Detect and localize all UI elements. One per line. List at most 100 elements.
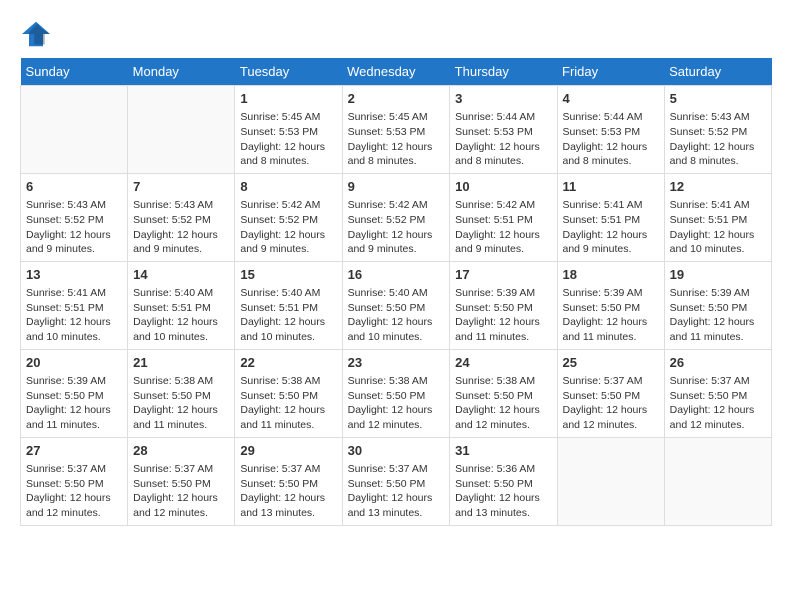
calendar-cell: 23 Sunrise: 5:38 AM Sunset: 5:50 PM Dayli… bbox=[342, 349, 450, 437]
day-info: Sunrise: 5:40 AM Sunset: 5:51 PM Dayligh… bbox=[133, 286, 229, 345]
day-number: 4 bbox=[563, 90, 659, 108]
day-info: Sunrise: 5:43 AM Sunset: 5:52 PM Dayligh… bbox=[26, 198, 122, 257]
day-number: 5 bbox=[670, 90, 766, 108]
day-info: Sunrise: 5:37 AM Sunset: 5:50 PM Dayligh… bbox=[348, 462, 445, 521]
day-number: 29 bbox=[240, 442, 336, 460]
calendar-cell: 26 Sunrise: 5:37 AM Sunset: 5:50 PM Dayli… bbox=[664, 349, 771, 437]
day-info: Sunrise: 5:44 AM Sunset: 5:53 PM Dayligh… bbox=[455, 110, 551, 169]
day-number: 3 bbox=[455, 90, 551, 108]
calendar-cell: 11 Sunrise: 5:41 AM Sunset: 5:51 PM Dayli… bbox=[557, 173, 664, 261]
calendar-week-4: 20Sunrise: 5:39 AM Sunset: 5:50 PM Dayli… bbox=[21, 349, 772, 437]
calendar-header-row: SundayMondayTuesdayWednesdayThursdayFrid… bbox=[21, 58, 772, 86]
calendar-cell bbox=[21, 86, 128, 174]
calendar-cell: 4 Sunrise: 5:44 AM Sunset: 5:53 PM Daylig… bbox=[557, 86, 664, 174]
calendar-cell: 16 Sunrise: 5:40 AM Sunset: 5:50 PM Dayli… bbox=[342, 261, 450, 349]
day-info: Sunrise: 5:37 AM Sunset: 5:50 PM Dayligh… bbox=[240, 462, 336, 521]
calendar-cell: 21Sunrise: 5:38 AM Sunset: 5:50 PM Dayli… bbox=[128, 349, 235, 437]
day-number: 25 bbox=[563, 354, 659, 372]
calendar-cell: 27 Sunrise: 5:37 AM Sunset: 5:50 PM Dayli… bbox=[21, 437, 128, 525]
day-info: Sunrise: 5:38 AM Sunset: 5:50 PM Dayligh… bbox=[455, 374, 551, 433]
calendar-cell: 3 Sunrise: 5:44 AM Sunset: 5:53 PM Daylig… bbox=[450, 86, 557, 174]
page-header bbox=[20, 20, 772, 48]
day-info: Sunrise: 5:45 AM Sunset: 5:53 PM Dayligh… bbox=[348, 110, 445, 169]
day-number: 1 bbox=[240, 90, 336, 108]
calendar-header-friday: Friday bbox=[557, 58, 664, 86]
day-info: Sunrise: 5:39 AM Sunset: 5:50 PM Dayligh… bbox=[563, 286, 659, 345]
logo bbox=[20, 20, 56, 48]
calendar-cell: 9Sunrise: 5:42 AM Sunset: 5:52 PM Daylig… bbox=[342, 173, 450, 261]
calendar-cell: 17 Sunrise: 5:39 AM Sunset: 5:50 PM Dayli… bbox=[450, 261, 557, 349]
day-number: 10 bbox=[455, 178, 551, 196]
day-number: 16 bbox=[348, 266, 445, 284]
day-info: Sunrise: 5:41 AM Sunset: 5:51 PM Dayligh… bbox=[563, 198, 659, 257]
day-info: Sunrise: 5:40 AM Sunset: 5:50 PM Dayligh… bbox=[348, 286, 445, 345]
calendar-header-monday: Monday bbox=[128, 58, 235, 86]
day-info: Sunrise: 5:37 AM Sunset: 5:50 PM Dayligh… bbox=[26, 462, 122, 521]
calendar-table: SundayMondayTuesdayWednesdayThursdayFrid… bbox=[20, 58, 772, 526]
day-info: Sunrise: 5:40 AM Sunset: 5:51 PM Dayligh… bbox=[240, 286, 336, 345]
calendar-week-3: 13 Sunrise: 5:41 AM Sunset: 5:51 PM Dayli… bbox=[21, 261, 772, 349]
day-info: Sunrise: 5:37 AM Sunset: 5:50 PM Dayligh… bbox=[133, 462, 229, 521]
calendar-cell: 25 Sunrise: 5:37 AM Sunset: 5:50 PM Dayli… bbox=[557, 349, 664, 437]
day-number: 28 bbox=[133, 442, 229, 460]
day-info: Sunrise: 5:36 AM Sunset: 5:50 PM Dayligh… bbox=[455, 462, 551, 521]
calendar-cell: 24 Sunrise: 5:38 AM Sunset: 5:50 PM Dayli… bbox=[450, 349, 557, 437]
day-number: 17 bbox=[455, 266, 551, 284]
calendar-cell: 28 Sunrise: 5:37 AM Sunset: 5:50 PM Dayli… bbox=[128, 437, 235, 525]
day-info: Sunrise: 5:41 AM Sunset: 5:51 PM Dayligh… bbox=[26, 286, 122, 345]
day-info: Sunrise: 5:38 AM Sunset: 5:50 PM Dayligh… bbox=[240, 374, 336, 433]
day-number: 27 bbox=[26, 442, 122, 460]
day-info: Sunrise: 5:37 AM Sunset: 5:50 PM Dayligh… bbox=[563, 374, 659, 433]
calendar-cell: 12Sunrise: 5:41 AM Sunset: 5:51 PM Dayli… bbox=[664, 173, 771, 261]
calendar-cell: 31 Sunrise: 5:36 AM Sunset: 5:50 PM Dayli… bbox=[450, 437, 557, 525]
day-info: Sunrise: 5:43 AM Sunset: 5:52 PM Dayligh… bbox=[133, 198, 229, 257]
calendar-cell: 15Sunrise: 5:40 AM Sunset: 5:51 PM Dayli… bbox=[235, 261, 342, 349]
calendar-header-tuesday: Tuesday bbox=[235, 58, 342, 86]
day-info: Sunrise: 5:39 AM Sunset: 5:50 PM Dayligh… bbox=[670, 286, 766, 345]
day-info: Sunrise: 5:43 AM Sunset: 5:52 PM Dayligh… bbox=[670, 110, 766, 169]
day-number: 13 bbox=[26, 266, 122, 284]
day-number: 21 bbox=[133, 354, 229, 372]
day-number: 24 bbox=[455, 354, 551, 372]
calendar-header-saturday: Saturday bbox=[664, 58, 771, 86]
day-number: 6 bbox=[26, 178, 122, 196]
day-info: Sunrise: 5:42 AM Sunset: 5:52 PM Dayligh… bbox=[240, 198, 336, 257]
day-info: Sunrise: 5:37 AM Sunset: 5:50 PM Dayligh… bbox=[670, 374, 766, 433]
calendar-cell: 1 Sunrise: 5:45 AM Sunset: 5:53 PM Daylig… bbox=[235, 86, 342, 174]
day-number: 22 bbox=[240, 354, 336, 372]
day-info: Sunrise: 5:45 AM Sunset: 5:53 PM Dayligh… bbox=[240, 110, 336, 169]
day-number: 19 bbox=[670, 266, 766, 284]
calendar-week-1: 1 Sunrise: 5:45 AM Sunset: 5:53 PM Daylig… bbox=[21, 86, 772, 174]
day-info: Sunrise: 5:38 AM Sunset: 5:50 PM Dayligh… bbox=[348, 374, 445, 433]
day-info: Sunrise: 5:42 AM Sunset: 5:52 PM Dayligh… bbox=[348, 198, 445, 257]
day-number: 31 bbox=[455, 442, 551, 460]
day-number: 26 bbox=[670, 354, 766, 372]
day-number: 14 bbox=[133, 266, 229, 284]
day-number: 23 bbox=[348, 354, 445, 372]
calendar-cell: 5 Sunrise: 5:43 AM Sunset: 5:52 PM Daylig… bbox=[664, 86, 771, 174]
day-number: 18 bbox=[563, 266, 659, 284]
calendar-week-5: 27 Sunrise: 5:37 AM Sunset: 5:50 PM Dayli… bbox=[21, 437, 772, 525]
calendar-cell: 22 Sunrise: 5:38 AM Sunset: 5:50 PM Dayli… bbox=[235, 349, 342, 437]
calendar-cell: 6 Sunrise: 5:43 AM Sunset: 5:52 PM Daylig… bbox=[21, 173, 128, 261]
calendar-cell: 18 Sunrise: 5:39 AM Sunset: 5:50 PM Dayli… bbox=[557, 261, 664, 349]
day-number: 20 bbox=[26, 354, 122, 372]
calendar-cell: 2 Sunrise: 5:45 AM Sunset: 5:53 PM Daylig… bbox=[342, 86, 450, 174]
calendar-cell: 14 Sunrise: 5:40 AM Sunset: 5:51 PM Dayli… bbox=[128, 261, 235, 349]
calendar-cell: 29 Sunrise: 5:37 AM Sunset: 5:50 PM Dayli… bbox=[235, 437, 342, 525]
day-number: 8 bbox=[240, 178, 336, 196]
calendar-cell: 13 Sunrise: 5:41 AM Sunset: 5:51 PM Dayli… bbox=[21, 261, 128, 349]
day-info: Sunrise: 5:44 AM Sunset: 5:53 PM Dayligh… bbox=[563, 110, 659, 169]
calendar-header-sunday: Sunday bbox=[21, 58, 128, 86]
calendar-cell: 20Sunrise: 5:39 AM Sunset: 5:50 PM Dayli… bbox=[21, 349, 128, 437]
logo-icon bbox=[20, 20, 52, 48]
calendar-cell bbox=[128, 86, 235, 174]
day-info: Sunrise: 5:42 AM Sunset: 5:51 PM Dayligh… bbox=[455, 198, 551, 257]
calendar-cell: 7Sunrise: 5:43 AM Sunset: 5:52 PM Daylig… bbox=[128, 173, 235, 261]
day-number: 11 bbox=[563, 178, 659, 196]
calendar-week-2: 6 Sunrise: 5:43 AM Sunset: 5:52 PM Daylig… bbox=[21, 173, 772, 261]
day-number: 12 bbox=[670, 178, 766, 196]
day-number: 2 bbox=[348, 90, 445, 108]
day-info: Sunrise: 5:39 AM Sunset: 5:50 PM Dayligh… bbox=[455, 286, 551, 345]
calendar-cell: 30Sunrise: 5:37 AM Sunset: 5:50 PM Dayli… bbox=[342, 437, 450, 525]
